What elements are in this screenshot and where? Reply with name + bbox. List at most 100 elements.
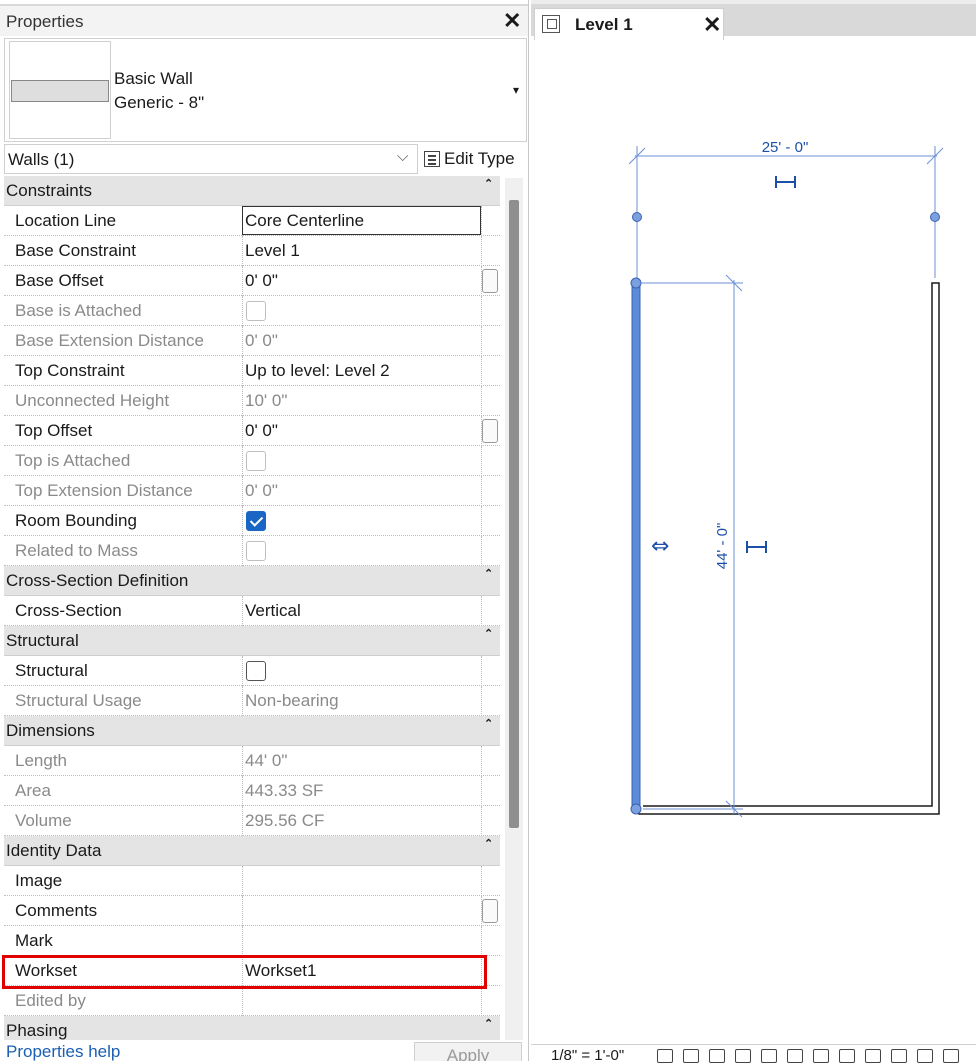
scrollbar-thumb[interactable] (509, 200, 519, 828)
lock-dim-icon[interactable] (775, 176, 796, 188)
dimension-25ft-label[interactable]: 25' - 0" (762, 139, 809, 156)
property-row-edited-by[interactable]: Edited by (4, 986, 500, 1016)
filter-label: Walls (1) (8, 150, 75, 169)
property-label: Top Offset (15, 421, 93, 440)
properties-footer: Properties help Apply (0, 1040, 528, 1061)
property-row-mark[interactable]: Mark (4, 926, 500, 956)
property-label: Top Extension Distance (15, 481, 193, 500)
selected-wall[interactable] (631, 281, 641, 811)
section-title: Cross-Section Definition (6, 571, 189, 590)
property-value[interactable]: Vertical (245, 601, 301, 621)
type-selector[interactable]: Basic Wall Generic - 8" ▾ (4, 38, 527, 142)
properties-palette: Properties ✕ Basic Wall Generic - 8" ▾ W… (0, 0, 529, 1061)
property-label: Mark (15, 931, 53, 950)
property-label: Base Constraint (15, 241, 136, 260)
collapse-icon[interactable]: ⌃ (484, 567, 493, 580)
view-scale[interactable]: 1/8" = 1'-0" (551, 1047, 624, 1064)
property-row-comments[interactable]: Comments (4, 896, 500, 926)
property-row-base-constraint[interactable]: Base Constraint Level 1 (4, 236, 500, 266)
apply-button[interactable]: Apply (414, 1042, 522, 1061)
wall-type-thumbnail (9, 41, 111, 139)
cell-button[interactable] (482, 419, 498, 443)
wall-endpoint-grip[interactable] (632, 212, 642, 222)
collapse-icon[interactable]: ⌃ (484, 717, 493, 730)
flip-arrows-icon[interactable]: ⇔ (651, 534, 669, 559)
property-row-cross-section[interactable]: Cross-Section Vertical (4, 596, 500, 626)
property-row-base-extension-distance[interactable]: Base Extension Distance 0' 0" (4, 326, 500, 356)
section-title: Constraints (6, 181, 92, 200)
workset-row-highlight (2, 955, 487, 989)
collapse-icon[interactable]: ⌃ (484, 1017, 493, 1030)
property-value: 44' 0" (245, 751, 288, 770)
property-value[interactable]: Up to level: Level 2 (245, 361, 390, 381)
collapse-icon[interactable]: ⌃ (484, 837, 493, 850)
edit-type-icon (424, 151, 440, 167)
properties-help-link[interactable]: Properties help (6, 1042, 120, 1061)
property-row-top-constraint[interactable]: Top Constraint Up to level: Level 2 (4, 356, 500, 386)
property-value[interactable]: Level 1 (245, 241, 300, 261)
property-row-structural-usage[interactable]: Structural Usage Non-bearing (4, 686, 500, 716)
property-checkbox (246, 541, 266, 561)
unselected-walls[interactable] (638, 282, 940, 815)
collapse-icon[interactable]: ⌃ (484, 177, 493, 190)
close-icon[interactable]: ✕ (503, 8, 521, 34)
section-title: Structural (6, 631, 79, 650)
section-cross-section-definition[interactable]: Cross-Section Definition ⌃ (4, 566, 500, 596)
section-title: Phasing (6, 1021, 68, 1040)
section-structural[interactable]: Structural ⌃ (4, 626, 500, 656)
edit-type-button[interactable]: Edit Type (424, 146, 515, 172)
property-row-top-is-attached[interactable]: Top is Attached (4, 446, 500, 476)
property-row-top-offset[interactable]: Top Offset 0' 0" (4, 416, 500, 446)
property-label: Base Offset (15, 271, 104, 290)
property-value: 443.33 SF (245, 781, 324, 800)
property-row-room-bounding[interactable]: Room Bounding (4, 506, 500, 536)
lock-dim-icon[interactable] (746, 541, 767, 553)
property-label: Image (15, 871, 63, 890)
property-label: Top is Attached (15, 451, 131, 470)
section-title: Dimensions (6, 721, 95, 740)
edit-type-label: Edit Type (444, 149, 515, 168)
property-value[interactable]: 0' 0" (245, 421, 278, 441)
view-tab-label: Level 1 (575, 15, 633, 34)
property-row-location-line[interactable]: Location Line Core Centerline (4, 206, 500, 236)
properties-header: Properties ✕ (0, 4, 528, 36)
cell-button[interactable] (482, 269, 498, 293)
horizontal-dimension[interactable] (628, 146, 944, 278)
section-dimensions[interactable]: Dimensions ⌃ (4, 716, 500, 746)
collapse-icon[interactable]: ⌃ (484, 627, 493, 640)
property-value: 0' 0" (245, 331, 278, 350)
property-value[interactable]: 0' 0" (245, 271, 278, 291)
dimension-44ft-label[interactable]: 44' - 0" (714, 523, 731, 570)
property-checkbox[interactable] (246, 661, 266, 681)
property-value: Non-bearing (245, 691, 339, 710)
property-row-base-is-attached[interactable]: Base is Attached (4, 296, 500, 326)
type-dropdown-icon[interactable]: ▾ (513, 83, 519, 97)
property-row-structural[interactable]: Structural (4, 656, 500, 686)
type-family-label: Basic Wall (114, 69, 193, 88)
type-name-label: Generic - 8" (114, 93, 205, 112)
plan-canvas[interactable]: 25' - 0" 44' - 0" ⇔ (531, 36, 976, 1042)
section-constraints[interactable]: Constraints ⌃ (4, 176, 500, 206)
property-row-area[interactable]: Area 443.33 SF (4, 776, 500, 806)
property-row-related-to-mass[interactable]: Related to Mass (4, 536, 500, 566)
view-tab-bar: Level 1 ✕ (531, 0, 976, 40)
property-checkbox[interactable] (246, 511, 266, 531)
property-row-length[interactable]: Length 44' 0" (4, 746, 500, 776)
close-icon[interactable]: ✕ (703, 12, 721, 38)
active-cell-outline (242, 206, 481, 235)
property-label: Structural (15, 661, 88, 680)
property-row-top-extension-distance[interactable]: Top Extension Distance 0' 0" (4, 476, 500, 506)
property-label: Comments (15, 901, 98, 920)
property-row-unconnected-height[interactable]: Unconnected Height 10' 0" (4, 386, 500, 416)
property-row-image[interactable]: Image (4, 866, 500, 896)
property-label: Base is Attached (15, 301, 142, 320)
property-row-volume[interactable]: Volume 295.56 CF (4, 806, 500, 836)
cell-button[interactable] (482, 899, 498, 923)
wall-endpoint-grip[interactable] (930, 212, 940, 222)
section-identity-data[interactable]: Identity Data ⌃ (4, 836, 500, 866)
instance-filter-dropdown[interactable]: Walls (1) ⌵ (4, 144, 418, 174)
property-row-base-offset[interactable]: Base Offset 0' 0" (4, 266, 500, 296)
chevron-down-icon[interactable]: ⌵ (397, 148, 408, 165)
property-value: 295.56 CF (245, 811, 325, 830)
wall-end-grip-bottom[interactable] (630, 803, 642, 815)
